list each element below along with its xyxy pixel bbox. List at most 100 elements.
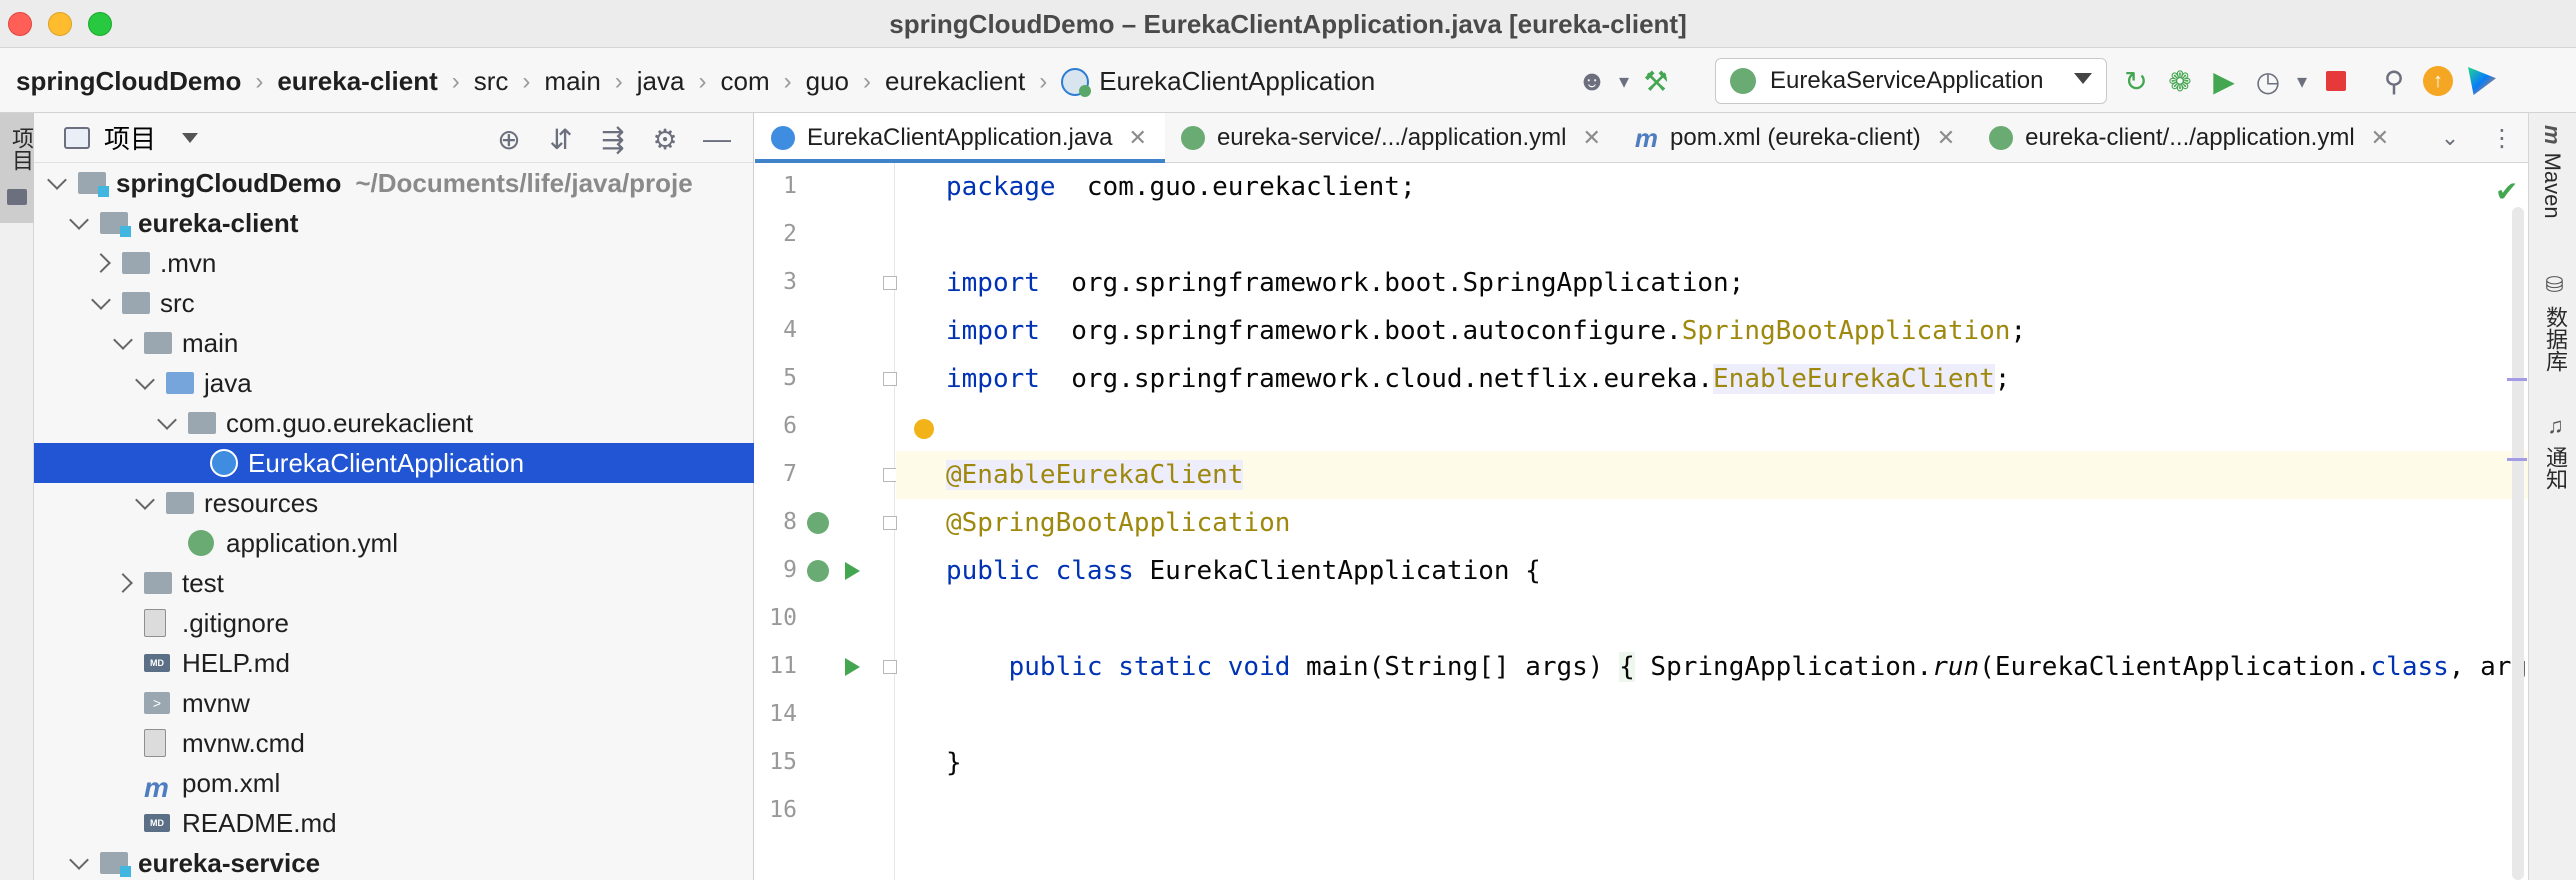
run-gutter-icon[interactable] xyxy=(845,658,860,676)
chevron-down-icon[interactable]: ▾ xyxy=(2290,59,2314,103)
tree-item[interactable]: eureka-client xyxy=(34,203,754,243)
chevron-down-icon[interactable] xyxy=(135,370,155,390)
tree-item[interactable]: springCloudDemo ~/Documents/life/java/pro… xyxy=(34,163,754,203)
code-line[interactable]: public class EurekaClientApplication { xyxy=(896,547,2528,595)
run-configuration-select[interactable]: EurekaServiceApplication xyxy=(1715,58,2107,104)
breadcrumb-item[interactable]: com xyxy=(720,66,769,97)
fold-marker-icon[interactable] xyxy=(883,276,897,290)
chevron-right-icon[interactable] xyxy=(91,253,111,273)
tree-item[interactable]: test xyxy=(34,563,754,603)
editor-tab[interactable]: eureka-service/.../application.yml ✕ xyxy=(1165,113,1619,162)
tree-item[interactable]: java xyxy=(34,363,754,403)
toolbox-icon[interactable] xyxy=(2460,59,2504,103)
code-line[interactable]: @SpringBootApplication xyxy=(896,499,2528,547)
inspection-ok-icon[interactable]: ✔ xyxy=(2495,175,2518,208)
profiler-icon[interactable]: ◷ xyxy=(2246,59,2290,103)
spring-bean-icon[interactable] xyxy=(807,512,829,534)
chevron-down-icon[interactable] xyxy=(113,330,133,350)
search-icon[interactable]: ⚲ xyxy=(2372,59,2416,103)
fold-marker-icon[interactable] xyxy=(883,372,897,386)
code-line[interactable] xyxy=(896,787,2528,835)
debug-icon[interactable]: ❁ xyxy=(2158,59,2202,103)
breadcrumb-item[interactable]: guo xyxy=(806,66,849,97)
code-line[interactable]: import org.springframework.cloud.netflix… xyxy=(896,355,2528,403)
code-line[interactable] xyxy=(896,211,2528,259)
right-tool-tab[interactable]: m Maven xyxy=(2539,125,2565,219)
code-line[interactable] xyxy=(896,595,2528,643)
tab-list-chevron-icon[interactable]: ⌄ xyxy=(2424,116,2476,160)
tree-item[interactable]: mvnw.cmd xyxy=(34,723,754,763)
intention-bulb-icon[interactable] xyxy=(914,419,934,439)
code-line[interactable] xyxy=(896,691,2528,739)
tree-item[interactable]: eureka-service xyxy=(34,843,754,880)
editor-tab[interactable]: EurekaClientApplication.java ✕ xyxy=(755,113,1165,163)
tree-item[interactable]: MD README.md xyxy=(34,803,754,843)
chevron-down-icon[interactable] xyxy=(69,850,89,870)
project-tool-tab[interactable]: 项目 xyxy=(0,113,34,223)
chevron-down-icon[interactable] xyxy=(157,410,177,430)
run-gutter-icon[interactable] xyxy=(845,562,860,580)
chevron-down-icon[interactable]: ▾ xyxy=(1614,59,1634,103)
breadcrumb-item[interactable]: main xyxy=(544,66,600,97)
tree-item[interactable]: application.yml xyxy=(34,523,754,563)
error-stripe-marker[interactable] xyxy=(2507,458,2527,461)
right-tool-tab[interactable]: ♫ 通知 xyxy=(2539,413,2571,490)
error-stripe-marker[interactable] xyxy=(2507,378,2527,381)
fold-marker-icon[interactable] xyxy=(883,516,897,530)
coverage-icon[interactable]: ▶ xyxy=(2202,59,2246,103)
code-line[interactable] xyxy=(896,403,2528,451)
tree-item[interactable]: EurekaClientApplication xyxy=(34,443,754,483)
breadcrumb-item[interactable]: eurekaclient xyxy=(885,66,1025,97)
tree-item[interactable]: .mvn xyxy=(34,243,754,283)
chevron-down-icon[interactable] xyxy=(91,290,111,310)
breadcrumb-item[interactable]: springCloudDemo xyxy=(16,66,241,97)
chevron-down-icon[interactable] xyxy=(47,170,67,190)
right-tool-tab[interactable]: ⛁ 数据库 xyxy=(2539,273,2571,372)
tree-item[interactable]: .gitignore xyxy=(34,603,754,643)
project-view-selector[interactable]: 项目 xyxy=(64,119,199,156)
code-line[interactable]: @EnableEurekaClient xyxy=(896,451,2528,499)
chevron-down-icon[interactable] xyxy=(69,210,89,230)
hide-icon[interactable]: — xyxy=(691,117,743,161)
breadcrumb-item[interactable]: src xyxy=(474,66,509,97)
tree-item[interactable]: com.guo.eurekaclient xyxy=(34,403,754,443)
code-editor[interactable]: package com.guo.eurekaclient; import org.… xyxy=(896,163,2528,880)
breadcrumb-item[interactable]: EurekaClientApplication xyxy=(1061,66,1375,97)
locate-icon[interactable]: ⊕ xyxy=(483,117,535,161)
close-icon[interactable]: ✕ xyxy=(2371,125,2389,151)
editor-scrollbar[interactable] xyxy=(2512,207,2524,880)
code-line[interactable]: import org.springframework.boot.autoconf… xyxy=(896,307,2528,355)
fold-marker-icon[interactable] xyxy=(883,660,897,674)
editor-tab[interactable]: m pom.xml (eureka-client) ✕ xyxy=(1619,113,1973,162)
tree-item[interactable]: main xyxy=(34,323,754,363)
code-line[interactable]: package com.guo.eurekaclient; xyxy=(896,163,2528,211)
tree-item[interactable]: src xyxy=(34,283,754,323)
tree-item[interactable]: resources xyxy=(34,483,754,523)
update-icon[interactable]: ↑ xyxy=(2416,59,2460,103)
collapse-all-icon[interactable]: ⇶ xyxy=(587,117,639,161)
code-line[interactable]: public static void main(String[] args) {… xyxy=(896,643,2528,691)
tree-item[interactable]: MD HELP.md xyxy=(34,643,754,683)
close-icon[interactable]: ✕ xyxy=(1129,125,1147,151)
editor-tab[interactable]: eureka-client/.../application.yml ✕ xyxy=(1973,113,2407,162)
code-line[interactable]: } xyxy=(896,739,2528,787)
tree-item[interactable]: m pom.xml xyxy=(34,763,754,804)
breadcrumb-item[interactable]: java xyxy=(637,66,685,97)
tree-item[interactable]: > mvnw xyxy=(34,683,754,723)
more-vertical-icon[interactable]: ⋮ xyxy=(2476,116,2528,160)
rerun-icon[interactable]: ↻ xyxy=(2114,59,2158,103)
chevron-right-icon[interactable] xyxy=(113,573,133,593)
build-hammer-icon[interactable]: ⚒ xyxy=(1634,59,1678,103)
settings-gear-icon[interactable]: ⚙ xyxy=(639,117,691,161)
code-line[interactable]: import org.springframework.boot.SpringAp… xyxy=(896,259,2528,307)
expand-all-icon[interactable]: ⇵ xyxy=(535,117,587,161)
close-icon[interactable]: ✕ xyxy=(1937,125,1955,151)
fold-marker-icon[interactable] xyxy=(883,468,897,482)
stop-icon[interactable] xyxy=(2314,59,2358,103)
close-icon[interactable]: ✕ xyxy=(1582,125,1600,151)
chevron-down-icon[interactable] xyxy=(135,490,155,510)
spring-bean-icon[interactable] xyxy=(807,560,829,582)
editor-gutter[interactable]: 1 2 3 4 5 6 7 8 9 10 11 14 15 16 xyxy=(755,163,897,880)
breadcrumb-item[interactable]: eureka-client xyxy=(277,66,437,97)
user-icon[interactable]: ☻ xyxy=(1570,59,1614,103)
